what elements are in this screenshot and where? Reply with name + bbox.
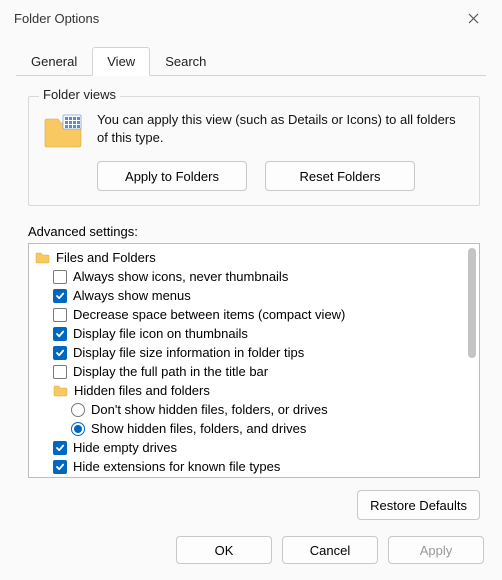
tree-item-label: Files and Folders (56, 250, 156, 265)
tree-checkbox-item[interactable]: Display file icon on thumbnails (35, 324, 465, 343)
mini-folder-icon (35, 252, 50, 264)
tree-radio-item[interactable]: Don't show hidden files, folders, or dri… (35, 400, 465, 419)
ok-button[interactable]: OK (176, 536, 272, 564)
advanced-settings-tree[interactable]: Files and Folders Always show icons, neve… (28, 243, 480, 478)
tree-folder-item[interactable]: Hidden files and folders (35, 381, 465, 400)
dialog-button-row: OK Cancel Apply (0, 520, 502, 580)
tree-item-label: Display the full path in the title bar (73, 364, 268, 379)
folder-views-group: Folder views You can apply this view (su… (28, 96, 480, 206)
tree-checkbox-item[interactable]: Hide extensions for known file types (35, 457, 465, 476)
checkbox-icon[interactable] (53, 441, 67, 455)
tree-item-label: Don't show hidden files, folders, or dri… (91, 402, 328, 417)
checkbox-icon[interactable] (53, 365, 67, 379)
cancel-button[interactable]: Cancel (282, 536, 378, 564)
advanced-settings-label: Advanced settings: (28, 224, 480, 239)
checkbox-icon[interactable] (53, 346, 67, 360)
folder-views-description: You can apply this view (such as Details… (97, 111, 465, 146)
tree-item-label: Display file icon on thumbnails (73, 326, 248, 341)
tree-checkbox-item[interactable]: Display file size information in folder … (35, 343, 465, 362)
tree-folder-item[interactable]: Files and Folders (35, 248, 465, 267)
tree-item-label: Show hidden files, folders, and drives (91, 421, 306, 436)
scrollbar-thumb[interactable] (468, 248, 476, 358)
apply-to-folders-button[interactable]: Apply to Folders (97, 161, 247, 191)
reset-folders-button[interactable]: Reset Folders (265, 161, 415, 191)
close-button[interactable] (452, 3, 494, 33)
window-title: Folder Options (14, 11, 452, 26)
tree-radio-item[interactable]: Show hidden files, folders, and drives (35, 419, 465, 438)
mini-folder-icon (53, 385, 68, 397)
tree-item-label: Hidden files and folders (74, 383, 210, 398)
tab-view[interactable]: View (92, 47, 150, 76)
checkbox-icon[interactable] (53, 327, 67, 341)
apply-button[interactable]: Apply (388, 536, 484, 564)
tree-item-label: Display file size information in folder … (73, 345, 304, 360)
tree-item-label: Hide extensions for known file types (73, 459, 280, 474)
checkbox-icon[interactable] (53, 308, 67, 322)
tree-checkbox-item[interactable]: Decrease space between items (compact vi… (35, 305, 465, 324)
radio-icon[interactable] (71, 403, 85, 417)
radio-icon[interactable] (71, 422, 85, 436)
tree-checkbox-item[interactable]: Always show icons, never thumbnails (35, 267, 465, 286)
folder-options-dialog: Folder Options General View Search Folde… (0, 0, 502, 580)
checkbox-icon[interactable] (53, 460, 67, 474)
tab-search[interactable]: Search (150, 47, 221, 75)
checkbox-icon[interactable] (53, 289, 67, 303)
titlebar: Folder Options (0, 0, 502, 36)
tab-strip: General View Search (0, 36, 502, 76)
checkbox-icon[interactable] (53, 270, 67, 284)
folder-views-label: Folder views (39, 87, 120, 102)
tree-item-label: Hide empty drives (73, 440, 177, 455)
restore-defaults-button[interactable]: Restore Defaults (357, 490, 480, 520)
tab-general[interactable]: General (16, 47, 92, 75)
view-tab-content: Folder views You can apply this view (su… (0, 76, 502, 520)
scrollbar[interactable] (467, 246, 477, 475)
tree-checkbox-item[interactable]: Display the full path in the title bar (35, 362, 465, 381)
tree-item-label: Always show menus (73, 288, 191, 303)
tree-item-label: Decrease space between items (compact vi… (73, 307, 345, 322)
tree-checkbox-item[interactable]: Always show menus (35, 286, 465, 305)
tree-checkbox-item[interactable]: Hide empty drives (35, 438, 465, 457)
tree-checkbox-item[interactable]: Hide folder merge conflicts (35, 476, 465, 477)
folder-icon (43, 113, 83, 149)
tree-item-label: Always show icons, never thumbnails (73, 269, 288, 284)
